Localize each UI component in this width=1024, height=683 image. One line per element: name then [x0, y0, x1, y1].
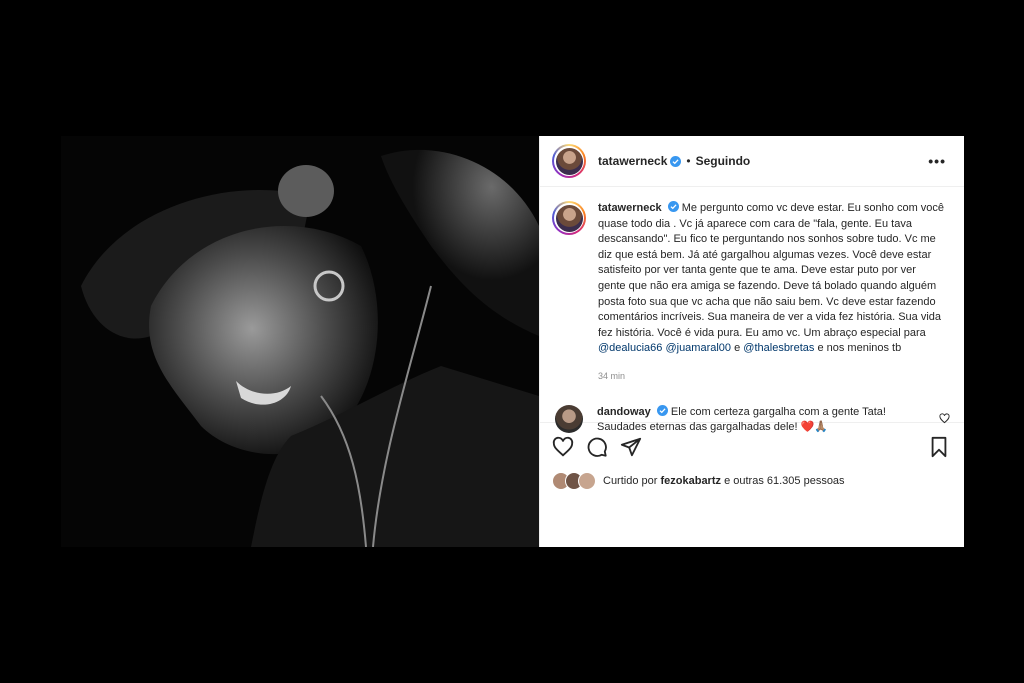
author-avatar[interactable]: [552, 144, 586, 178]
verified-icon: [656, 404, 668, 416]
likes-prefix: Curtido por: [603, 475, 658, 487]
following-button[interactable]: Seguindo: [696, 154, 751, 168]
avatar-image: [555, 147, 583, 175]
avatar-image: [555, 204, 583, 232]
caption: tatawerneck Me pergunto como vc deve est…: [552, 201, 952, 385]
mention-link[interactable]: @thalesbretas: [743, 342, 814, 354]
more-icon[interactable]: •••: [928, 153, 952, 169]
likes-suffix[interactable]: e outras 61.305 pessoas: [724, 475, 844, 487]
post-panel: tatawerneck • Seguindo ••• tatawerneck M…: [539, 136, 964, 547]
caption-text: Me pergunto como vc deve estar. Eu sonho…: [598, 202, 945, 339]
verified-icon: [670, 155, 682, 167]
commenter-username[interactable]: dandoway: [597, 406, 651, 418]
comment-emoji: ❤️🙏🏽: [800, 421, 829, 434]
photo-illustration: [61, 136, 539, 547]
caption-username[interactable]: tatawerneck: [598, 202, 662, 214]
post-time[interactable]: 34 min: [598, 369, 945, 385]
caption-conjunction: e: [734, 342, 741, 355]
avatar-inner: [554, 146, 584, 176]
comment-heart-icon[interactable]: [939, 412, 950, 424]
commenter-avatar[interactable]: [555, 404, 583, 433]
separator-dot: •: [686, 154, 691, 168]
mention-link[interactable]: @juamaral00: [665, 342, 731, 354]
liker-avatar[interactable]: [578, 472, 596, 490]
comments-section: tatawerneck Me pergunto como vc deve est…: [540, 187, 964, 433]
likes-user[interactable]: fezokabartz: [660, 475, 721, 487]
comment-icon[interactable]: [586, 436, 608, 458]
post-photo[interactable]: [61, 136, 539, 547]
likes-text: Curtido por fezokabartz e outras 61.305 …: [603, 475, 845, 487]
caption-tail: e nos meninos tb: [817, 342, 902, 355]
likes-summary: Curtido por fezokabartz e outras 61.305 …: [540, 471, 964, 491]
mention-link[interactable]: @dealucia66: [598, 342, 662, 354]
post-header: tatawerneck • Seguindo •••: [540, 136, 964, 187]
bookmark-icon[interactable]: [928, 436, 950, 458]
caption-body: tatawerneck Me pergunto como vc deve est…: [598, 201, 945, 385]
verified-icon: [667, 201, 679, 212]
avatar-inner: [554, 203, 584, 233]
comment-body: dandoway Ele com certeza gargalha com a …: [597, 404, 927, 436]
author-username[interactable]: tatawerneck: [598, 154, 667, 168]
heart-icon[interactable]: [552, 436, 574, 458]
comment-item: dandoway Ele com certeza gargalha com a …: [552, 404, 952, 436]
caption-avatar[interactable]: [552, 201, 586, 235]
share-icon[interactable]: [620, 436, 642, 458]
